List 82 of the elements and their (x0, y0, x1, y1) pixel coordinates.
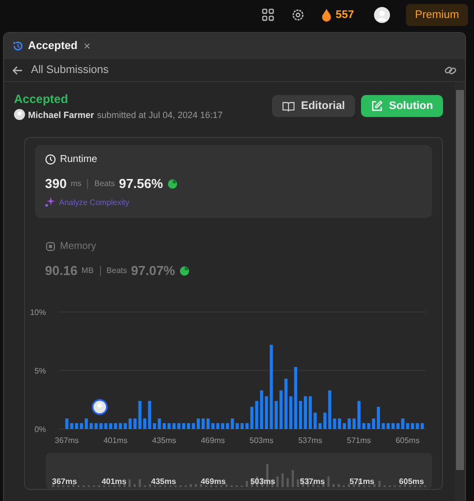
avatar-icon[interactable] (374, 7, 390, 23)
chart-bar (104, 423, 108, 429)
y-tick-label: 10% (30, 308, 46, 317)
chart-bar (216, 423, 220, 429)
streak-count: 557 (336, 9, 354, 21)
beats-label: Beats (94, 179, 115, 188)
history-icon (12, 40, 24, 52)
chart-bar (84, 418, 88, 429)
range-label: 605ms (399, 477, 424, 486)
runtime-value: 390 (45, 176, 67, 191)
chart-bar (401, 418, 404, 429)
editorial-button[interactable]: Editorial (272, 95, 355, 117)
chart-bar (386, 423, 390, 429)
chart-bar (362, 423, 366, 429)
user-name[interactable]: Michael Farmer (28, 110, 94, 120)
range-label: 571ms (349, 477, 374, 486)
chart-bar (255, 400, 258, 429)
chart-bar (420, 423, 424, 429)
premium-button[interactable]: Premium (406, 4, 468, 26)
submitted-text: submitted at Jul 04, 2024 16:17 (97, 110, 223, 120)
range-label: 469ms (200, 477, 226, 486)
chart-bar (308, 396, 312, 429)
tab-title[interactable]: Accepted (28, 40, 78, 52)
range-label: 435ms (151, 477, 176, 486)
x-tick-label: 605ms (396, 436, 420, 445)
edit-icon (371, 100, 383, 112)
back-arrow-icon[interactable] (12, 64, 23, 76)
clock-icon (45, 154, 56, 165)
status-text: Accepted (14, 92, 70, 106)
beats-percent: 97.56% (118, 176, 163, 191)
chart-bar (196, 418, 200, 429)
runtime-panel[interactable]: Runtime 390 ms Beats 97.56% Analyze Complexity (35, 145, 432, 218)
chart-bar (348, 418, 351, 429)
x-tick-label: 571ms (346, 436, 371, 445)
x-tick-label: 537ms (298, 436, 322, 445)
grid-icon[interactable] (260, 8, 275, 22)
y-tick-label: 0% (34, 425, 46, 434)
avatar-icon (14, 109, 25, 120)
avatar-marker-icon (92, 399, 108, 415)
x-tick-label: 435ms (152, 436, 176, 445)
x-tick-label: 367ms (54, 436, 79, 445)
chart-bar (274, 400, 278, 429)
x-tick-label: 401ms (103, 436, 128, 445)
unit-label: MB (82, 266, 94, 275)
beats-percent: 97.07% (131, 263, 176, 278)
memory-panel[interactable]: Memory 90.16 MB Beats 97.07% (35, 232, 432, 289)
chart-bar (367, 423, 370, 429)
y-tick-label: 5% (34, 366, 46, 376)
range-label: 367ms (52, 477, 77, 486)
chart-bar (143, 418, 146, 429)
scrollbar-thumb[interactable] (456, 90, 464, 470)
range-label: 503ms (250, 477, 276, 486)
x-tick-label: 469ms (200, 436, 225, 445)
chart-bar (236, 423, 239, 429)
range-label: 401ms (102, 477, 126, 486)
unit-label: ms (70, 179, 82, 188)
chip-icon (45, 241, 56, 252)
chart-bar (294, 367, 298, 429)
range-label: 537ms (300, 477, 325, 486)
chart-bar (328, 390, 332, 429)
chart-bar (382, 423, 385, 429)
chart-bar (70, 423, 74, 429)
settings-icon[interactable] (290, 8, 305, 22)
chart-bar (65, 418, 68, 429)
chart-bar (90, 423, 93, 429)
sparkle-icon (45, 197, 55, 207)
chart-bar (182, 423, 186, 429)
badge-icon (179, 265, 190, 276)
chart-bar (124, 423, 127, 429)
x-tick-label: 503ms (250, 436, 274, 445)
badge-icon (166, 178, 178, 189)
chart-bar (289, 396, 292, 429)
metric-title: Runtime (60, 154, 98, 165)
close-icon[interactable]: × (84, 39, 91, 53)
scrollbar[interactable] (455, 82, 465, 501)
metric-title: Memory (60, 241, 96, 252)
beats-label: Beats (106, 266, 128, 275)
chart-bar (177, 423, 180, 429)
memory-value: 90.16 (45, 263, 78, 278)
flame-icon (320, 8, 332, 22)
book-icon (282, 100, 295, 112)
chart-bar (162, 423, 166, 429)
